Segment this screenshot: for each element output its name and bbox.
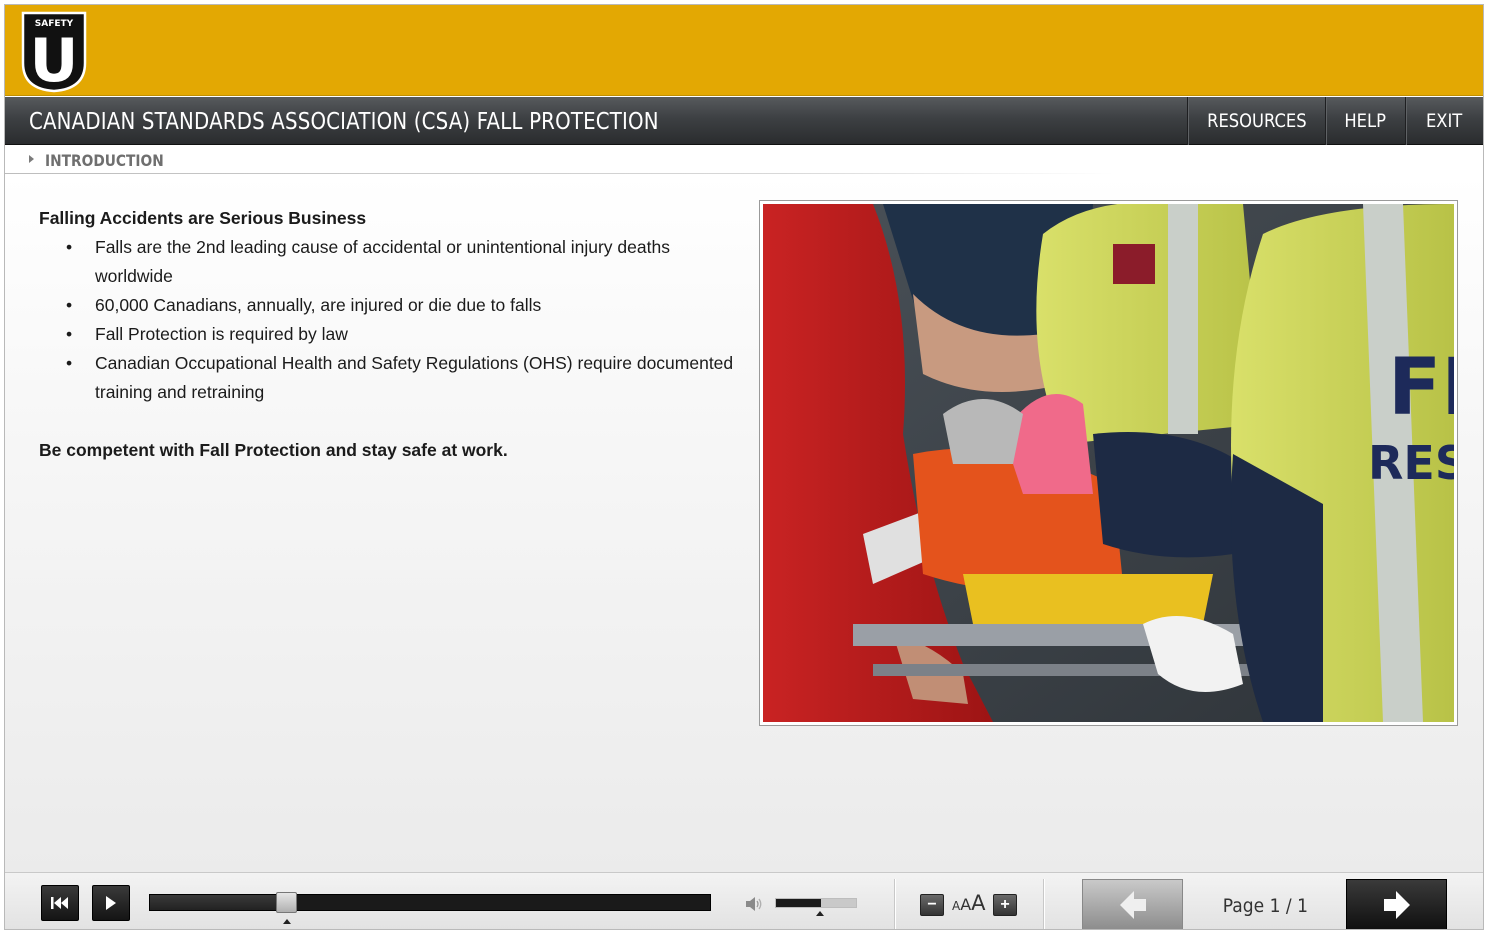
photo-jacket-text-2: RES — [1368, 436, 1454, 490]
font-size-glyph-large: A — [971, 891, 986, 915]
controls-divider — [894, 879, 895, 929]
header-banner: SAFETY U — [5, 5, 1483, 96]
font-increase-button[interactable]: + — [993, 894, 1017, 916]
page-indicator: Page 1 / 1 — [1195, 895, 1335, 917]
font-decrease-button[interactable]: − — [920, 894, 944, 916]
font-size-glyph-medium: A — [960, 895, 972, 914]
list-item: 60,000 Canadians, annually, are injured … — [66, 291, 739, 320]
rewind-button[interactable] — [41, 885, 79, 921]
previous-page-button[interactable] — [1082, 879, 1183, 929]
volume-icon[interactable] — [746, 897, 764, 916]
resources-button[interactable]: RESOURCES — [1187, 97, 1325, 145]
course-player: SAFETY U CANADIAN STANDARDS ASSOCIATION … — [4, 4, 1484, 930]
play-button[interactable] — [92, 885, 130, 921]
rescue-photo-image: FI RES — [763, 204, 1454, 722]
help-label: HELP — [1344, 110, 1387, 132]
slide-text: Falling Accidents are Serious Business F… — [39, 204, 739, 465]
title-bar: CANADIAN STANDARDS ASSOCIATION (CSA) FAL… — [5, 97, 1483, 145]
volume-slider[interactable] — [775, 898, 857, 908]
rescue-photo: FI RES — [759, 200, 1458, 726]
exit-button[interactable]: EXIT — [1405, 97, 1483, 145]
slide-heading: Falling Accidents are Serious Business — [39, 208, 367, 228]
arrow-right-icon — [1383, 891, 1410, 919]
course-title: CANADIAN STANDARDS ASSOCIATION (CSA) FAL… — [29, 109, 659, 135]
controls-divider — [1043, 879, 1044, 929]
safety-u-logo: SAFETY U — [17, 9, 91, 96]
help-button[interactable]: HELP — [1325, 97, 1405, 145]
logo-letter: U — [30, 26, 79, 93]
photo-jacket-text-1: FI — [1388, 343, 1454, 433]
list-item: Falls are the 2nd leading cause of accid… — [66, 233, 739, 291]
font-size-label: AAA — [952, 891, 986, 915]
progress-marker-icon — [282, 919, 291, 924]
rewind-icon — [51, 897, 68, 909]
volume-marker-icon — [816, 911, 825, 916]
slide-closing: Be competent with Fall Protection and st… — [39, 440, 508, 460]
list-item: Canadian Occupational Health and Safety … — [66, 349, 739, 407]
breadcrumb: INTRODUCTION — [5, 146, 1483, 174]
page-indicator-text: Page 1 / 1 — [1222, 895, 1308, 917]
resources-label: RESOURCES — [1206, 110, 1307, 132]
playback-controls: − AAA + Page 1 / 1 — [5, 872, 1483, 929]
volume-fill — [776, 899, 822, 907]
progress-thumb[interactable] — [275, 892, 297, 913]
arrow-left-icon — [1119, 891, 1146, 919]
font-size-glyph-small: A — [952, 899, 961, 913]
slide-content: Falling Accidents are Serious Business F… — [5, 174, 1483, 872]
progress-bar[interactable] — [149, 894, 711, 911]
breadcrumb-arrow-icon — [29, 155, 34, 163]
exit-label: EXIT — [1426, 110, 1463, 132]
play-icon — [106, 896, 116, 910]
progress-fill — [150, 895, 288, 910]
list-item: Fall Protection is required by law — [66, 320, 739, 349]
bullet-list: Falls are the 2nd leading cause of accid… — [66, 233, 739, 407]
next-page-button[interactable] — [1346, 879, 1447, 929]
breadcrumb-section: INTRODUCTION — [45, 151, 164, 170]
